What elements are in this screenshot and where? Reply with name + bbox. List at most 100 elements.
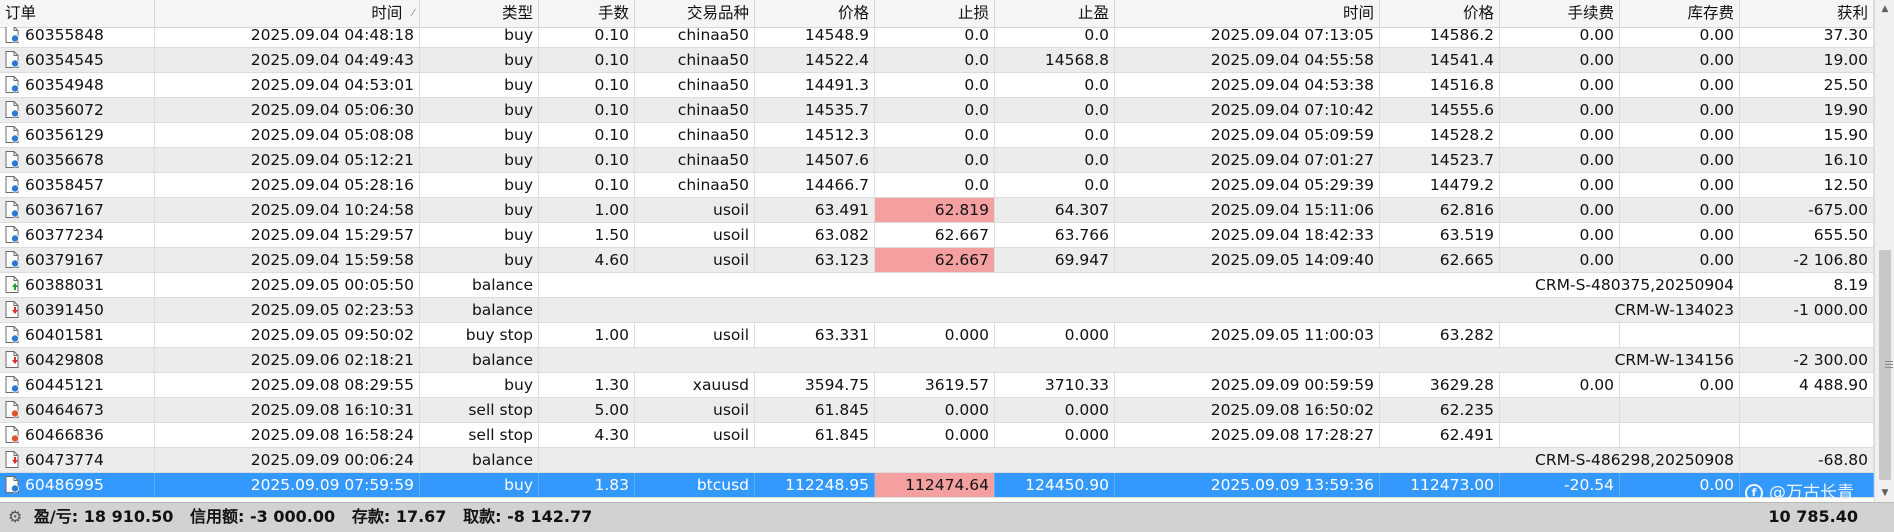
table-row[interactable]: 60367167 2025.09.04 10:24:58 buy 1.00 usoil 6… (0, 198, 1874, 223)
open-time-cell: 2025.09.09 00:06:24 (155, 448, 420, 472)
header-commission-label: 手续费 (1567, 4, 1614, 22)
comment-cell: CRM-S-486298,20250908 (539, 448, 1740, 472)
gear-icon[interactable]: ⚙ (8, 507, 22, 526)
close-time-cell: 2025.09.08 16:50:02 (1115, 398, 1380, 422)
header-price[interactable]: 价格 (755, 0, 875, 27)
profit-cell: -675.00 (1740, 198, 1874, 222)
table-row[interactable]: 60486995 2025.09.09 07:59:59 buy 1.83 btcusd… (0, 473, 1874, 498)
volume-cell: 1.50 (539, 223, 635, 247)
header-volume[interactable]: 手数 (539, 0, 635, 27)
takeprofit-cell: 69.947 (995, 248, 1115, 272)
table-row[interactable]: 60464673 2025.09.08 16:10:31 sell stop 5.00… (0, 398, 1874, 423)
header-symbol[interactable]: 交易品种 (635, 0, 755, 27)
commission-cell: 0.00 (1500, 248, 1620, 272)
scroll-up-arrow-icon[interactable]: ▲ (1875, 0, 1894, 18)
symbol-cell: usoil (635, 198, 755, 222)
order-id: 60367167 (25, 201, 104, 219)
vertical-scrollbar[interactable]: ▲ ▼ (1874, 0, 1894, 502)
table-row[interactable]: 60355848 2025.09.04 04:48:18 buy 0.10 chinaa… (0, 27, 1874, 48)
order-id-cell: 60377234 (0, 223, 155, 247)
table-row[interactable]: 60391450 2025.09.05 02:23:53 balance CRM-W-… (0, 298, 1874, 323)
watermark-text: @万古长青 (1769, 483, 1854, 503)
order-id-cell: 60445121 (0, 373, 155, 397)
buy-order-icon (5, 476, 19, 493)
scroll-down-arrow-icon[interactable]: ▼ (1875, 484, 1894, 502)
table-row[interactable]: 60377234 2025.09.04 15:29:57 buy 1.50 usoil 6… (0, 223, 1874, 248)
comment-cell: CRM-W-134023 (539, 298, 1740, 322)
header-close-price[interactable]: 价格 (1380, 0, 1500, 27)
type-cell: balance (420, 448, 539, 472)
order-id: 60377234 (25, 226, 104, 244)
table-row[interactable]: 60388031 2025.09.05 00:05:50 balance CRM-S-… (0, 273, 1874, 298)
open-price-cell: 63.123 (755, 248, 875, 272)
close-time-cell: 2025.09.05 11:00:03 (1115, 323, 1380, 347)
profit-cell: 8.19 (1740, 273, 1874, 297)
header-profit[interactable]: 获利 (1740, 0, 1874, 27)
commission-cell: 0.00 (1500, 98, 1620, 122)
buy-order-icon (5, 201, 19, 218)
header-order[interactable]: 订单 (0, 0, 155, 27)
table-row[interactable]: 60473774 2025.09.09 00:06:24 balance CRM-S-… (0, 448, 1874, 473)
table-row[interactable]: 60429808 2025.09.06 02:18:21 balance CRM-W-… (0, 348, 1874, 373)
header-type[interactable]: 类型 (420, 0, 539, 27)
table-row[interactable]: 60356072 2025.09.04 05:06:30 buy 0.10 chinaa… (0, 98, 1874, 123)
commission-cell: 0.00 (1500, 73, 1620, 97)
order-id: 60354545 (25, 51, 104, 69)
scrollbar-thumb[interactable] (1879, 250, 1893, 480)
symbol-cell: chinaa50 (635, 173, 755, 197)
type-cell: buy (420, 98, 539, 122)
deposit-value: 17.67 (395, 507, 447, 526)
table-row[interactable]: 60356678 2025.09.04 05:12:21 buy 0.10 chinaa… (0, 148, 1874, 173)
header-time[interactable]: 时间 ⁄ (155, 0, 420, 27)
volume-cell: 0.10 (539, 98, 635, 122)
table-row[interactable]: 60466836 2025.09.08 16:58:24 sell stop 4.30… (0, 423, 1874, 448)
open-price-cell: 112248.95 (755, 473, 875, 497)
history-window: 订单 时间 ⁄ 类型 手数 交易品种 价格 止损 止盈 时间 价格 手续费 库存费 获利 60355848… (0, 0, 1894, 532)
commission-cell: 0.00 (1500, 223, 1620, 247)
order-id: 60464673 (25, 401, 104, 419)
takeprofit-cell: 0.0 (995, 148, 1115, 172)
stoploss-cell: 0.000 (875, 323, 995, 347)
open-time-cell: 2025.09.09 07:59:59 (155, 473, 420, 497)
swap-cell: 0.00 (1620, 123, 1740, 147)
order-id-cell: 60466836 (0, 423, 155, 447)
takeprofit-cell: 124450.90 (995, 473, 1115, 497)
header-stoploss[interactable]: 止损 (875, 0, 995, 27)
header-commission[interactable]: 手续费 (1500, 0, 1620, 27)
symbol-cell: usoil (635, 248, 755, 272)
total-profit: 10 785.40 (1768, 507, 1858, 526)
withdraw-value: -8 142.77 (507, 507, 593, 526)
takeprofit-cell: 0.000 (995, 398, 1115, 422)
symbol-cell: chinaa50 (635, 27, 755, 47)
stoploss-cell: 0.0 (875, 123, 995, 147)
stoploss-cell: 3619.57 (875, 373, 995, 397)
buy-order-icon (5, 376, 19, 393)
table-row[interactable]: 60354545 2025.09.04 04:49:43 buy 0.10 chinaa… (0, 48, 1874, 73)
swap-cell: 0.00 (1620, 198, 1740, 222)
table-row[interactable]: 60356129 2025.09.04 05:08:08 buy 0.10 chinaa… (0, 123, 1874, 148)
order-id: 60356678 (25, 151, 104, 169)
table-row[interactable]: 60445121 2025.09.08 08:29:55 buy 1.30 xauusd… (0, 373, 1874, 398)
sell-order-icon (5, 401, 19, 418)
header-swap[interactable]: 库存费 (1620, 0, 1740, 27)
watermark-logo-icon: f (1745, 484, 1763, 502)
stoploss-cell: 62.667 (875, 223, 995, 247)
stoploss-cell: 62.667 (875, 248, 995, 272)
swap-cell: 0.00 (1620, 248, 1740, 272)
open-price-cell: 14522.4 (755, 48, 875, 72)
order-id-cell: 60388031 (0, 273, 155, 297)
table-row[interactable]: 60401581 2025.09.05 09:50:02 buy stop 1.00 u… (0, 323, 1874, 348)
open-time-cell: 2025.09.08 16:58:24 (155, 423, 420, 447)
table-row[interactable]: 60379167 2025.09.04 15:59:58 buy 4.60 usoil 6… (0, 248, 1874, 273)
table-row[interactable]: 60354948 2025.09.04 04:53:01 buy 0.10 chinaa… (0, 73, 1874, 98)
close-time-cell: 2025.09.04 04:55:58 (1115, 48, 1380, 72)
type-cell: buy (420, 48, 539, 72)
order-id: 60355848 (25, 27, 104, 44)
table-row[interactable]: 60358457 2025.09.04 05:28:16 buy 0.10 chinaa… (0, 173, 1874, 198)
order-id-cell: 60391450 (0, 298, 155, 322)
type-cell: buy (420, 198, 539, 222)
header-close-time[interactable]: 时间 (1115, 0, 1380, 27)
header-takeprofit[interactable]: 止盈 (995, 0, 1115, 27)
symbol-cell: chinaa50 (635, 123, 755, 147)
swap-cell (1620, 323, 1740, 347)
